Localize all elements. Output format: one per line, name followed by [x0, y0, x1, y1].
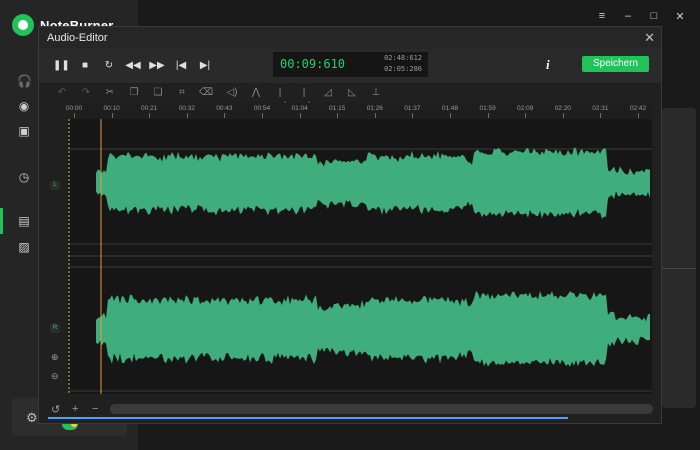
ruler-tick — [450, 113, 451, 118]
volume-icon[interactable]: ◁) — [225, 86, 239, 100]
reset-zoom-icon[interactable]: ↺ — [51, 403, 60, 416]
selection-time: 02:05:286 — [384, 65, 422, 73]
ruler-tick-label: 02:09 — [517, 105, 534, 112]
waveform-area[interactable] — [68, 119, 652, 394]
ruler-tick-label: 00:21 — [141, 105, 158, 112]
silence-icon[interactable]: ⊥ — [369, 86, 383, 100]
menu-icon[interactable]: ≡ — [596, 10, 608, 23]
ruler-tick — [600, 113, 602, 118]
ruler-tick — [74, 113, 75, 118]
ruler-tick-label: 02:20 — [554, 105, 571, 112]
dialog-title: Audio-Editor — [47, 32, 108, 44]
ruler-tick — [111, 113, 113, 118]
zoom-out-icon[interactable]: ⊖ — [51, 371, 59, 382]
ruler-tick-label: 01:26 — [366, 105, 383, 112]
podcast-icon[interactable]: ◉ — [17, 99, 31, 113]
ruler-tick-label: 01:59 — [479, 105, 496, 112]
ruler-tick-label: 01:15 — [329, 105, 346, 112]
ruler-tick-label: 01:37 — [404, 105, 421, 112]
loop-button[interactable]: ↻ — [101, 58, 117, 74]
info-icon[interactable]: i — [546, 57, 550, 73]
ruler-tick-label: 00:54 — [253, 105, 271, 112]
fast-forward-button[interactable]: ▶▶ — [149, 58, 165, 74]
stop-button[interactable]: ■ — [77, 58, 93, 74]
waveform-canvas[interactable] — [68, 119, 652, 394]
headphones-icon[interactable]: 🎧 — [17, 74, 32, 88]
left-channel-label: L — [50, 181, 60, 190]
ruler-tick — [374, 113, 376, 118]
pause-button[interactable]: ❚❚ — [53, 58, 70, 74]
transport-bar: ❚❚ ■ ↻ ◀◀ ▶▶ |◀ ▶| 00:09:610 02:48:612 0… — [39, 49, 661, 83]
add-icon[interactable]: + — [72, 403, 78, 415]
background-card-divider — [662, 268, 696, 408]
fade-in-icon[interactable]: ◿ — [321, 86, 335, 100]
amplify-icon[interactable]: ⋀ — [249, 86, 263, 100]
undo-icon[interactable]: ↶ — [55, 86, 69, 100]
total-time: 02:48:612 — [384, 54, 422, 62]
close-icon[interactable]: ✕ — [644, 30, 655, 46]
ruler-tick — [487, 113, 489, 118]
dialog-title-bar: Audio-Editor ✕ — [39, 27, 661, 49]
paste-icon[interactable]: ❏ — [151, 86, 165, 100]
ruler-tick — [299, 113, 301, 118]
current-time: 00:09:610 — [280, 57, 346, 71]
app-window: NoteBurner 🎧 ◉ ▣ ◷ ▤ ▨ ⚙ ≡ – □ ✕ Audio-E… — [0, 0, 700, 450]
active-indicator — [0, 208, 3, 234]
crop-icon[interactable]: ⌗ — [175, 86, 189, 100]
ruler-tick — [412, 113, 414, 118]
save-button[interactable]: Speichern — [582, 56, 649, 72]
ruler-tick-label: 00:10 — [103, 105, 120, 112]
ruler-tick — [262, 113, 263, 118]
audio-editor-dialog: Audio-Editor ✕ ❚❚ ■ ↻ ◀◀ ▶▶ |◀ ▶| 00:09:… — [38, 26, 662, 424]
ruler-tick — [562, 113, 564, 118]
ruler-tick — [224, 113, 226, 118]
ruler-tick — [638, 113, 639, 118]
ruler-tick — [186, 113, 188, 118]
left-channel-waveform — [96, 147, 650, 219]
ruler-tick-label: 01:04 — [291, 105, 308, 112]
edit-toolbar: ↶ ↷ ✂ ❐ ❏ ⌗ ⌫ ◁) ⋀ |↔| |◂▸| ◿ ◺ ⊥ — [39, 83, 661, 112]
copy-icon[interactable]: ❐ — [127, 86, 141, 100]
trim-icon[interactable]: |↔| — [273, 86, 287, 112]
time-ruler[interactable]: 00:00 00:10 00:21 00:32 00:43 00:54 01:04 01:15… — [65, 103, 652, 119]
window-controls: ≡ – □ ✕ — [596, 10, 686, 23]
cut-icon[interactable]: ✂ — [103, 86, 117, 100]
right-channel-label: R — [50, 324, 60, 333]
right-channel-waveform — [96, 290, 650, 367]
ruler-tick-label: 00:43 — [216, 105, 233, 112]
skip-start-button[interactable]: |◀ — [173, 58, 189, 74]
close-window-icon[interactable]: ✕ — [674, 10, 686, 23]
delete-icon[interactable]: ⌫ — [199, 86, 213, 100]
zoom-in-icon[interactable]: ⊕ — [51, 352, 59, 363]
skip-end-button[interactable]: ▶| — [197, 58, 213, 74]
horizontal-scrollbar[interactable] — [110, 404, 653, 414]
split-icon[interactable]: |◂▸| — [297, 86, 311, 112]
ruler-tick — [149, 113, 151, 118]
maximize-icon[interactable]: □ — [648, 10, 660, 23]
radio-icon[interactable]: ▣ — [17, 124, 31, 138]
ai-icon[interactable]: ▨ — [17, 240, 31, 254]
ruler-tick-label: 01:48 — [441, 105, 459, 112]
history-icon[interactable]: ◷ — [17, 170, 31, 184]
bottom-bar: ↺ + − — [39, 399, 661, 423]
redo-icon[interactable]: ↷ — [79, 86, 93, 100]
ruler-tick-label: 00:00 — [65, 105, 83, 112]
noteburner-logo-icon — [12, 14, 34, 36]
ruler-tick-label: 02:42 — [629, 105, 647, 112]
ruler-tick-label: 02:31 — [592, 105, 609, 112]
time-display: 00:09:610 02:48:612 02:05:286 — [273, 52, 428, 77]
gear-icon[interactable]: ⚙ — [26, 410, 38, 426]
progress-bar — [48, 417, 568, 419]
ruler-tick — [525, 113, 527, 118]
fade-out-icon[interactable]: ◺ — [345, 86, 359, 100]
rewind-button[interactable]: ◀◀ — [125, 58, 141, 74]
minimize-icon[interactable]: – — [622, 10, 634, 23]
ruler-tick — [337, 113, 339, 118]
minus-icon[interactable]: − — [92, 403, 98, 415]
toolbox-icon[interactable]: ▤ — [17, 214, 31, 228]
ruler-tick-label: 00:32 — [178, 105, 195, 112]
